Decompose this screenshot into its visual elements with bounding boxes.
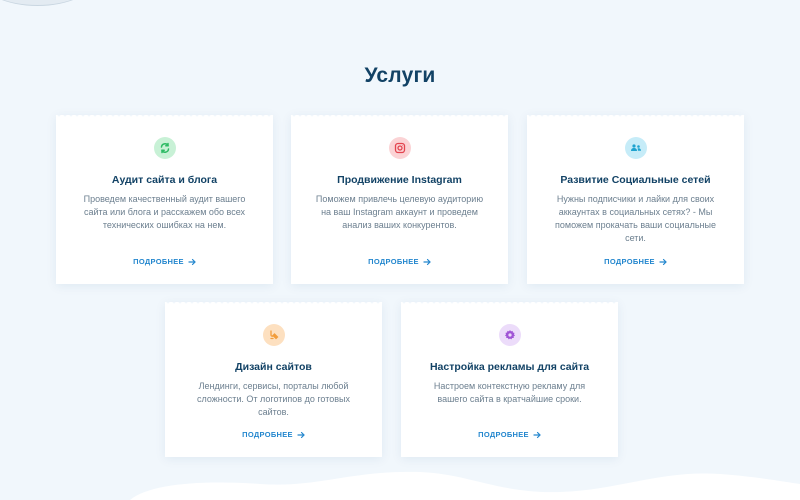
service-more-link[interactable]: ПОДРОБНЕЕ — [165, 430, 382, 439]
section-title: Услуги — [364, 64, 436, 87]
users-icon — [624, 137, 647, 159]
service-title: Развитие Социальные сетей — [560, 174, 711, 186]
pen-icon — [262, 324, 285, 346]
service-card-social: Развитие Социальные сетей Нужны подписчи… — [527, 115, 744, 284]
arrow-right-icon — [659, 258, 667, 265]
arrow-right-icon — [188, 258, 196, 265]
service-more-link[interactable]: ПОДРОБНЕЕ — [401, 430, 618, 439]
service-card-design: Дизайн сайтов Лендинги, сервисы, порталы… — [165, 302, 382, 457]
service-title: Настройка рекламы для сайта — [429, 361, 590, 373]
decorative-wave — [130, 471, 800, 500]
more-link-label: ПОДРОБНЕЕ — [604, 257, 655, 266]
more-link-label: ПОДРОБНЕЕ — [368, 257, 419, 266]
gear-icon — [498, 324, 521, 346]
service-title: Аудит сайта и блога — [111, 174, 218, 186]
service-card-instagram: Продвижение Instagram Поможем привлечь ц… — [291, 115, 508, 284]
instagram-icon — [388, 137, 411, 159]
service-more-link[interactable]: ПОДРОБНЕЕ — [291, 257, 508, 266]
service-description: Поможем привлечь целевую аудиторию на ва… — [315, 194, 484, 230]
more-link-label: ПОДРОБНЕЕ — [242, 430, 293, 439]
service-more-link[interactable]: ПОДРОБНЕЕ — [527, 257, 744, 266]
more-link-label: ПОДРОБНЕЕ — [133, 257, 184, 266]
arrow-right-icon — [297, 431, 305, 438]
decorative-blob — [0, 0, 95, 6]
arrow-right-icon — [423, 258, 431, 265]
service-description: Лендинги, сервисы, порталы любой сложнос… — [196, 381, 350, 417]
service-title: Продвижение Instagram — [337, 174, 462, 186]
service-description: Настроем контекстную рекламу для вашего … — [433, 381, 586, 404]
service-description: Нужны подписчики и лайки для своих аккау… — [555, 194, 716, 243]
service-card-ads: Настройка рекламы для сайта Настроем кон… — [401, 302, 618, 457]
arrow-right-icon — [533, 431, 541, 438]
refresh-icon — [153, 137, 176, 159]
service-title: Дизайн сайтов — [235, 361, 312, 373]
more-link-label: ПОДРОБНЕЕ — [478, 430, 529, 439]
service-card-audit: Аудит сайта и блога Проведем качественны… — [56, 115, 273, 284]
service-more-link[interactable]: ПОДРОБНЕЕ — [56, 257, 273, 266]
service-description: Проведем качественный аудит вашего сайта… — [83, 194, 246, 230]
